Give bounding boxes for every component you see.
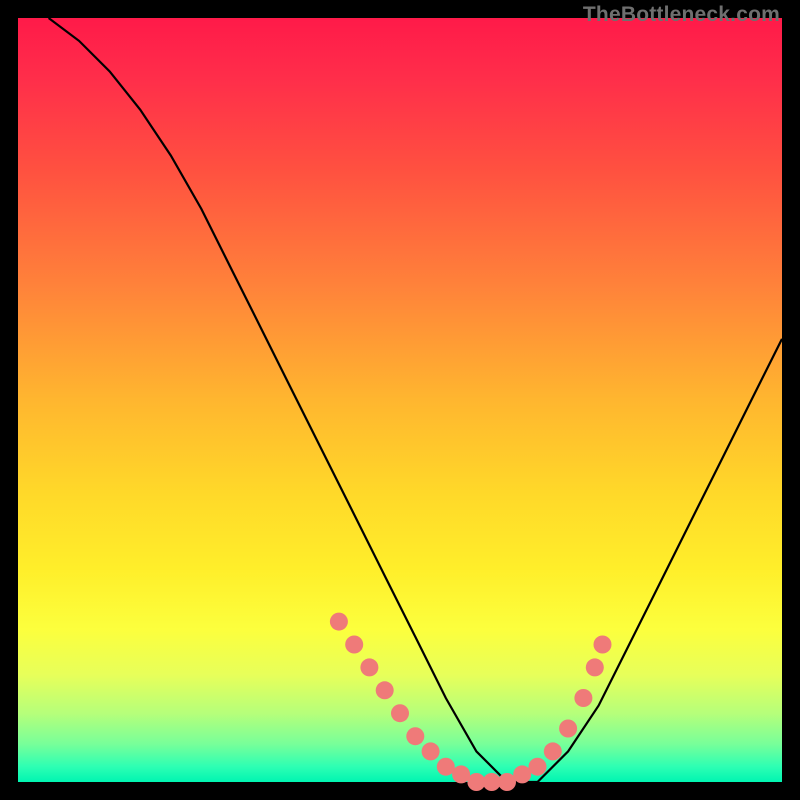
marker-dot (437, 758, 455, 776)
marker-dot (529, 758, 547, 776)
marker-dot (586, 658, 604, 676)
marker-dot (360, 658, 378, 676)
marker-dot (574, 689, 592, 707)
marker-cluster (330, 613, 612, 791)
marker-dot (391, 704, 409, 722)
chart-svg (18, 18, 782, 782)
marker-dot (452, 765, 470, 783)
chart-frame: TheBottleneck.com (0, 0, 800, 800)
marker-dot (330, 613, 348, 631)
marker-dot (422, 742, 440, 760)
marker-dot (376, 681, 394, 699)
chart-plot-area (18, 18, 782, 782)
marker-dot (544, 742, 562, 760)
marker-dot (594, 636, 612, 654)
marker-dot (513, 765, 531, 783)
watermark-text: TheBottleneck.com (583, 3, 780, 27)
marker-dot (467, 773, 485, 791)
marker-dot (559, 720, 577, 738)
marker-dot (406, 727, 424, 745)
marker-dot (345, 636, 363, 654)
bottleneck-curve (49, 18, 782, 782)
